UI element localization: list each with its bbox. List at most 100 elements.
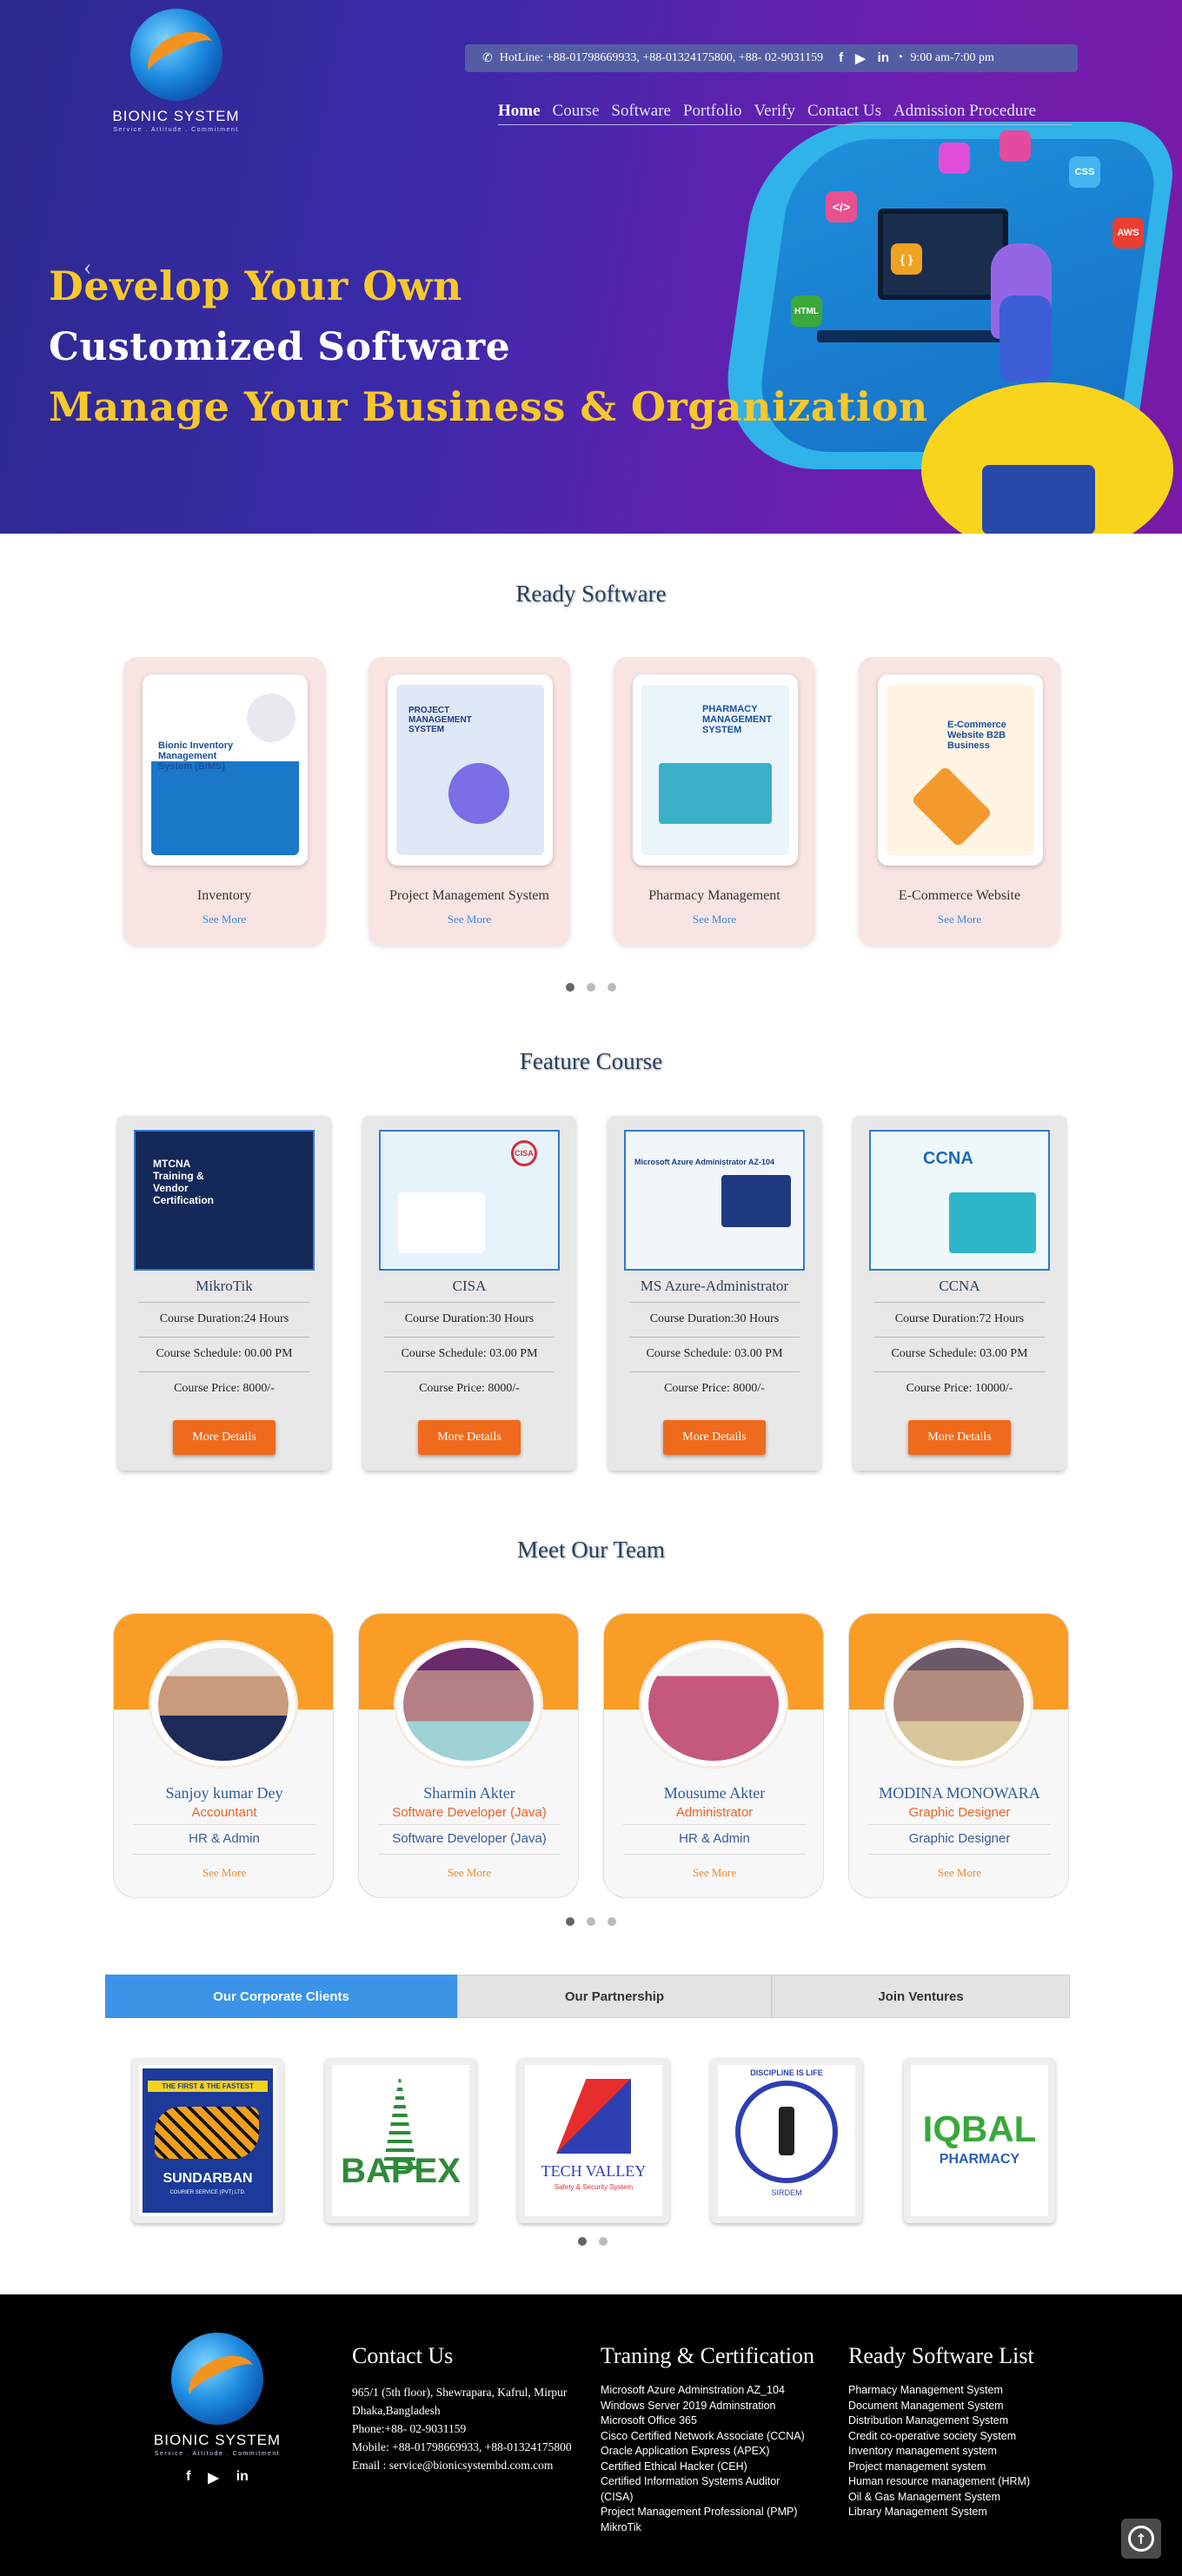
brand-tagline: Service . Attitude . Commitment: [113, 127, 239, 133]
client-logo[interactable]: DISCIPLINE IS LIFE SIRDEM: [711, 2058, 862, 2223]
course-poster: Microsoft Azure Administrator AZ-104: [624, 1130, 805, 1271]
carousel-dot[interactable]: [608, 1917, 616, 1926]
see-more-link[interactable]: See More: [614, 913, 815, 926]
see-more-link[interactable]: See More: [859, 913, 1060, 926]
software-item[interactable]: Document Management System: [848, 2399, 1074, 2414]
software-poster: PROJECT MANAGEMENT SYSTEM: [388, 674, 553, 866]
software-item[interactable]: Credit co-operative society System: [848, 2429, 1074, 2445]
carousel-dot[interactable]: [578, 2237, 587, 2246]
see-more-link[interactable]: See More: [369, 913, 570, 926]
software-card[interactable]: PHARMACY MANAGEMENT SYSTEM Pharmacy Mana…: [614, 657, 815, 946]
tab-partnership[interactable]: Our Partnership: [457, 1975, 772, 2018]
software-card[interactable]: E-Commerce Website B2B Business E-Commer…: [859, 657, 1060, 946]
course-duration: Course Duration:24 Hours: [139, 1302, 309, 1326]
nav-course[interactable]: Course: [553, 102, 600, 121]
training-item[interactable]: Project Management Professional (PMP): [601, 2505, 827, 2520]
contact-line: Phone:+88- 02-9031159: [352, 2422, 467, 2435]
software-card[interactable]: Bionic Inventory Management System (BIMS…: [123, 657, 325, 946]
youtube-icon[interactable]: ▶: [855, 50, 866, 66]
nav-software[interactable]: Software: [611, 102, 671, 121]
logo-sub: PHARMACY: [939, 2152, 1020, 2167]
nav-verify[interactable]: Verify: [754, 102, 795, 121]
globe-logo-icon: [171, 2333, 263, 2425]
more-details-button[interactable]: More Details: [173, 1420, 276, 1455]
course-card: Microsoft Azure Administrator AZ-104 MS …: [608, 1116, 820, 1471]
youtube-icon[interactable]: ▶: [208, 2469, 218, 2486]
tab-join-ventures[interactable]: Join Ventures: [772, 1975, 1070, 2018]
software-item[interactable]: Distribution Management System: [848, 2413, 1074, 2429]
poster-text: PROJECT MANAGEMENT SYSTEM: [408, 706, 472, 734]
css-icon: CSS: [1069, 156, 1100, 188]
see-more-link[interactable]: See More: [123, 913, 325, 926]
software-item[interactable]: Library Management System: [848, 2505, 1074, 2520]
nav-portfolio[interactable]: Portfolio: [683, 102, 742, 121]
carousel-dot[interactable]: [599, 2237, 608, 2246]
carousel-dot[interactable]: [608, 983, 616, 992]
more-details-button[interactable]: More Details: [663, 1420, 766, 1455]
course-poster: MTCNA Training & Vendor Certification: [134, 1130, 315, 1271]
software-item[interactable]: Inventory management system: [848, 2444, 1074, 2460]
poster-text: Microsoft Azure Administrator AZ-104: [634, 1158, 775, 1166]
course-name: MikroTik: [196, 1278, 253, 1294]
facebook-icon[interactable]: f: [839, 50, 843, 66]
carousel-dot[interactable]: [587, 983, 595, 992]
nav-contact[interactable]: Contact Us: [807, 102, 881, 121]
footer-logo[interactable]: BIONIC SYSTEM Service . Attitude . Commi…: [148, 2333, 287, 2486]
contact-line[interactable]: Email : service@bionicsystembd.com.com: [352, 2456, 587, 2474]
training-item[interactable]: MikroTik: [601, 2520, 827, 2536]
client-logo[interactable]: THE FIRST & THE FASTEST SUNDARBAN COURIE…: [132, 2058, 283, 2223]
training-item[interactable]: Certified Ethical Hacker (CEH): [601, 2460, 827, 2475]
client-logo[interactable]: TECH VALLEY Safety & Security System: [518, 2058, 669, 2223]
more-details-button[interactable]: More Details: [418, 1420, 521, 1455]
training-item[interactable]: Cisco Certified Network Associate (CCNA): [601, 2429, 827, 2445]
software-poster: Bionic Inventory Management System (BIMS…: [143, 674, 308, 866]
training-item[interactable]: Microsoft Azure Adminstration AZ_104: [601, 2383, 827, 2399]
training-item[interactable]: Oracle Application Express (APEX): [601, 2444, 827, 2460]
nav-admission[interactable]: Admission Procedure: [893, 102, 1036, 121]
scroll-to-top-button[interactable]: ↑: [1121, 2519, 1161, 2559]
member-name: Sharmin Akter: [423, 1784, 515, 1802]
member-name: Mousume Akter: [663, 1784, 766, 1802]
training-item[interactable]: (CISA): [601, 2490, 827, 2506]
client-logo[interactable]: BAPEX: [325, 2058, 476, 2223]
course-schedule: Course Schedule: 03.00 PM: [629, 1337, 800, 1361]
poster-text: MTCNA Training & Vendor Certification: [153, 1158, 215, 1206]
tag-icon: [999, 130, 1031, 162]
see-more-link[interactable]: See More: [849, 1866, 1068, 1880]
logo-name: DISCIPLINE IS LIFE: [750, 2068, 823, 2077]
course-schedule: Course Schedule: 00.00 PM: [139, 1337, 309, 1361]
software-item[interactable]: Project management system: [848, 2460, 1074, 2475]
course-name: MS Azure-Administrator: [640, 1278, 789, 1294]
course-price: Course Price: 8000/-: [629, 1371, 800, 1396]
code-icon: </>: [826, 191, 857, 222]
software-item[interactable]: Pharmacy Management System: [848, 2383, 1074, 2399]
course-name: CCNA: [939, 1278, 980, 1294]
software-item[interactable]: Oil & Gas Management System: [848, 2490, 1074, 2506]
see-more-link[interactable]: See More: [604, 1866, 823, 1880]
software-item[interactable]: Human resource management (HRM): [848, 2474, 1074, 2490]
brand-logo[interactable]: BIONIC SYSTEM Service . Attitude . Commi…: [100, 9, 252, 139]
carousel-dot[interactable]: [587, 1917, 595, 1926]
software-card[interactable]: PROJECT MANAGEMENT SYSTEM Project Manage…: [369, 657, 570, 946]
software-poster: E-Commerce Website B2B Business: [878, 674, 1043, 866]
nav-home[interactable]: Home: [498, 102, 541, 121]
carousel-dot[interactable]: [566, 983, 574, 992]
carousel-dot[interactable]: [566, 1917, 574, 1926]
member-role: Administrator: [675, 1805, 754, 1820]
facebook-icon[interactable]: f: [186, 2469, 190, 2486]
training-item[interactable]: Windows Server 2019 Adminstration: [601, 2399, 827, 2414]
more-details-button[interactable]: More Details: [908, 1420, 1011, 1455]
member-dept: Graphic Designer: [908, 1831, 1011, 1846]
training-item[interactable]: Certified Information Systems Auditor: [601, 2474, 827, 2490]
tab-corporate-clients[interactable]: Our Corporate Clients: [105, 1975, 457, 2018]
member-dept: Software Developer (Java): [392, 1831, 547, 1846]
linkedin-icon[interactable]: in: [236, 2469, 249, 2486]
course-price: Course Price: 10000/-: [874, 1371, 1045, 1396]
html-icon: HTML: [791, 295, 822, 327]
training-item[interactable]: Microsoft Office 365: [601, 2413, 827, 2429]
client-logo[interactable]: IQBAL PHARMACY: [904, 2058, 1055, 2223]
arrow-up-icon: ↑: [1128, 2526, 1154, 2552]
see-more-link[interactable]: See More: [114, 1866, 333, 1880]
see-more-link[interactable]: See More: [359, 1866, 578, 1880]
linkedin-icon[interactable]: in: [878, 50, 889, 66]
